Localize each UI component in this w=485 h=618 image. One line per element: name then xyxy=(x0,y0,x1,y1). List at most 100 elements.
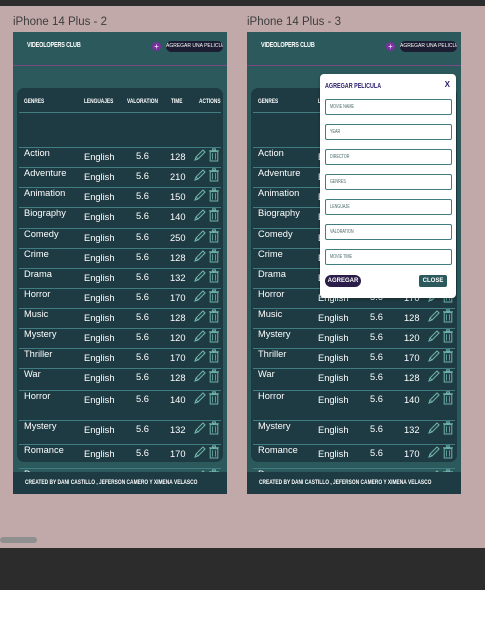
cell-rating: 5.6 xyxy=(370,312,383,322)
pencil-icon[interactable] xyxy=(193,168,207,182)
valoration-field[interactable]: VALORATION xyxy=(325,224,452,240)
pencil-icon[interactable] xyxy=(427,309,441,323)
pencil-icon[interactable] xyxy=(193,369,207,383)
pencil-icon[interactable] xyxy=(427,421,441,435)
cell-genre: Animation xyxy=(258,188,299,198)
plus-icon[interactable]: + xyxy=(386,42,395,51)
trash-icon[interactable] xyxy=(208,249,220,263)
pencil-icon[interactable] xyxy=(193,269,207,283)
trash-icon[interactable] xyxy=(442,349,454,363)
app-header: VIDEOLOPERS CLUB + AGREGAR UNA PELICULA xyxy=(13,32,227,66)
cell-rating: 5.6 xyxy=(370,394,383,404)
trash-icon[interactable] xyxy=(208,421,220,435)
cell-language: English xyxy=(84,172,115,182)
field-placeholder: MOVIE NAME xyxy=(330,104,354,110)
row-actions xyxy=(191,148,221,160)
pencil-icon[interactable] xyxy=(193,421,207,435)
trash-icon[interactable] xyxy=(442,421,454,435)
cell-genre: Comedy xyxy=(258,229,293,239)
close-button[interactable]: CLOSE xyxy=(419,275,447,287)
genres-field[interactable]: GENRES xyxy=(325,174,452,190)
frame-label[interactable]: iPhone 14 Plus - 2 xyxy=(13,16,107,28)
cell-rating: 5.6 xyxy=(136,394,149,404)
cell-time: 170 xyxy=(404,353,420,363)
cell-genre: Biography xyxy=(258,208,300,218)
pencil-icon[interactable] xyxy=(193,289,207,303)
pencil-icon[interactable] xyxy=(193,329,207,343)
pencil-icon[interactable] xyxy=(193,188,207,202)
row-actions xyxy=(425,391,455,403)
trash-icon[interactable] xyxy=(442,329,454,343)
row-actions xyxy=(425,309,455,321)
pencil-icon[interactable] xyxy=(193,391,207,405)
header-divider xyxy=(13,65,227,66)
trash-icon[interactable] xyxy=(208,148,220,162)
cell-genre: Mystery xyxy=(258,421,291,431)
trash-icon[interactable] xyxy=(208,188,220,202)
trash-icon[interactable] xyxy=(208,168,220,182)
cell-time: 128 xyxy=(170,373,186,383)
pencil-icon[interactable] xyxy=(427,369,441,383)
row-actions xyxy=(191,349,221,361)
footer: CREATED BY DANI CASTILLO , JEFERSON CAME… xyxy=(247,472,461,494)
cell-genre: Horror xyxy=(24,289,50,299)
pencil-icon[interactable] xyxy=(193,148,207,162)
close-icon[interactable]: X xyxy=(445,80,450,89)
movie-name-field[interactable]: MOVIE NAME xyxy=(325,99,452,115)
row-actions xyxy=(191,269,221,281)
cell-rating: 5.6 xyxy=(136,448,149,458)
app-header: VIDEOLOPERS CLUB + AGREGAR UNA PELICULA xyxy=(247,32,461,66)
cell-genre: Music xyxy=(258,309,282,319)
trash-icon[interactable] xyxy=(208,391,220,405)
cell-genre: Crime xyxy=(24,249,49,259)
pencil-icon[interactable] xyxy=(193,229,207,243)
field-placeholder: MOVIE TIME xyxy=(330,254,352,260)
cell-rating: 5.6 xyxy=(370,332,383,342)
trash-icon[interactable] xyxy=(208,269,220,283)
frame-label[interactable]: iPhone 14 Plus - 3 xyxy=(247,16,341,28)
pencil-icon[interactable] xyxy=(193,249,207,263)
trash-icon[interactable] xyxy=(442,309,454,323)
trash-icon[interactable] xyxy=(208,369,220,383)
cell-rating: 5.6 xyxy=(370,424,383,434)
app-title: VIDEOLOPERS CLUB xyxy=(27,42,81,49)
trash-icon[interactable] xyxy=(208,208,220,222)
cell-genre: Romance xyxy=(24,445,64,455)
trash-icon[interactable] xyxy=(208,229,220,243)
trash-icon[interactable] xyxy=(208,309,220,323)
trash-icon[interactable] xyxy=(208,349,220,363)
movie-time-field[interactable]: MOVIE TIME xyxy=(325,249,452,265)
add-movie-button[interactable]: AGREGAR UNA PELICULA xyxy=(400,41,457,52)
cell-language: English xyxy=(318,313,349,323)
col-header-genres: GENRES xyxy=(24,98,44,105)
trash-icon[interactable] xyxy=(442,445,454,459)
pencil-icon[interactable] xyxy=(427,391,441,405)
trash-icon[interactable] xyxy=(442,391,454,405)
pencil-icon[interactable] xyxy=(193,208,207,222)
cell-time: 132 xyxy=(404,425,420,435)
trash-icon[interactable] xyxy=(208,289,220,303)
pencil-icon[interactable] xyxy=(427,445,441,459)
plus-icon[interactable]: + xyxy=(152,42,161,51)
trash-icon[interactable] xyxy=(208,329,220,343)
trash-icon[interactable] xyxy=(442,369,454,383)
pencil-icon[interactable] xyxy=(193,309,207,323)
cell-rating: 5.6 xyxy=(136,312,149,322)
pencil-icon[interactable] xyxy=(193,349,207,363)
cell-language: English xyxy=(84,192,115,202)
cell-language: English xyxy=(84,313,115,323)
cell-language: English xyxy=(84,353,115,363)
add-movie-button[interactable]: AGREGAR UNA PELICULA xyxy=(166,41,223,52)
director-field[interactable]: DIRECTOR xyxy=(325,149,452,165)
field-placeholder: LENGUAJE xyxy=(330,204,350,210)
row-actions xyxy=(191,445,221,457)
language-field[interactable]: LENGUAJE xyxy=(325,199,452,215)
submit-button[interactable]: AGREGAR xyxy=(325,275,361,287)
trash-icon[interactable] xyxy=(208,445,220,459)
cell-time: 120 xyxy=(404,333,420,343)
year-field[interactable]: YEAR xyxy=(325,124,452,140)
horizontal-scrollbar[interactable] xyxy=(0,537,37,543)
pencil-icon[interactable] xyxy=(427,349,441,363)
pencil-icon[interactable] xyxy=(193,445,207,459)
pencil-icon[interactable] xyxy=(427,329,441,343)
